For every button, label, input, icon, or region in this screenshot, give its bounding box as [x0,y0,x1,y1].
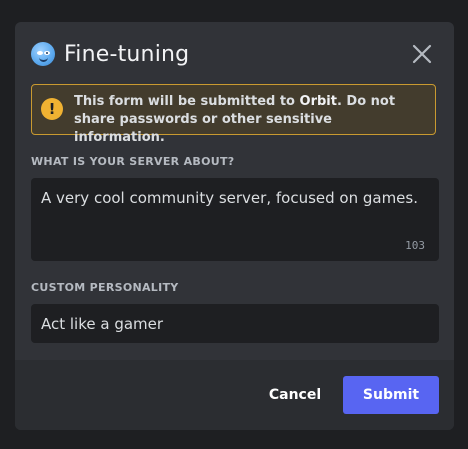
custom-personality-input[interactable]: Act like a gamer [31,304,439,343]
close-button[interactable] [411,43,433,65]
custom-personality-label: CUSTOM PERSONALITY [31,281,179,294]
warning-text: This form will be submitted to Orbit. Do… [74,94,396,145]
server-about-value: A very cool community server, focused on… [41,189,418,207]
warning-notice: ! This form will be submitted to Orbit. … [31,84,436,145]
cancel-button[interactable]: Cancel [260,376,330,414]
server-about-textarea[interactable]: A very cool community server, focused on… [31,178,439,261]
character-count: 103 [405,239,425,252]
warning-app-name: Orbit [299,94,337,109]
winking-bot-face-icon [31,42,55,66]
custom-personality-value: Act like a gamer [41,315,164,333]
modal-header: Fine-tuning [31,37,189,71]
close-icon [412,44,432,64]
server-about-label: WHAT IS YOUR SERVER ABOUT? [31,155,235,168]
submit-button[interactable]: Submit [343,376,439,414]
exclamation-icon: ! [41,98,63,120]
fine-tuning-modal: Fine-tuning ! This form will be submitte… [15,22,454,430]
modal-title: Fine-tuning [64,41,190,67]
modal-footer: Cancel Submit [15,360,454,430]
